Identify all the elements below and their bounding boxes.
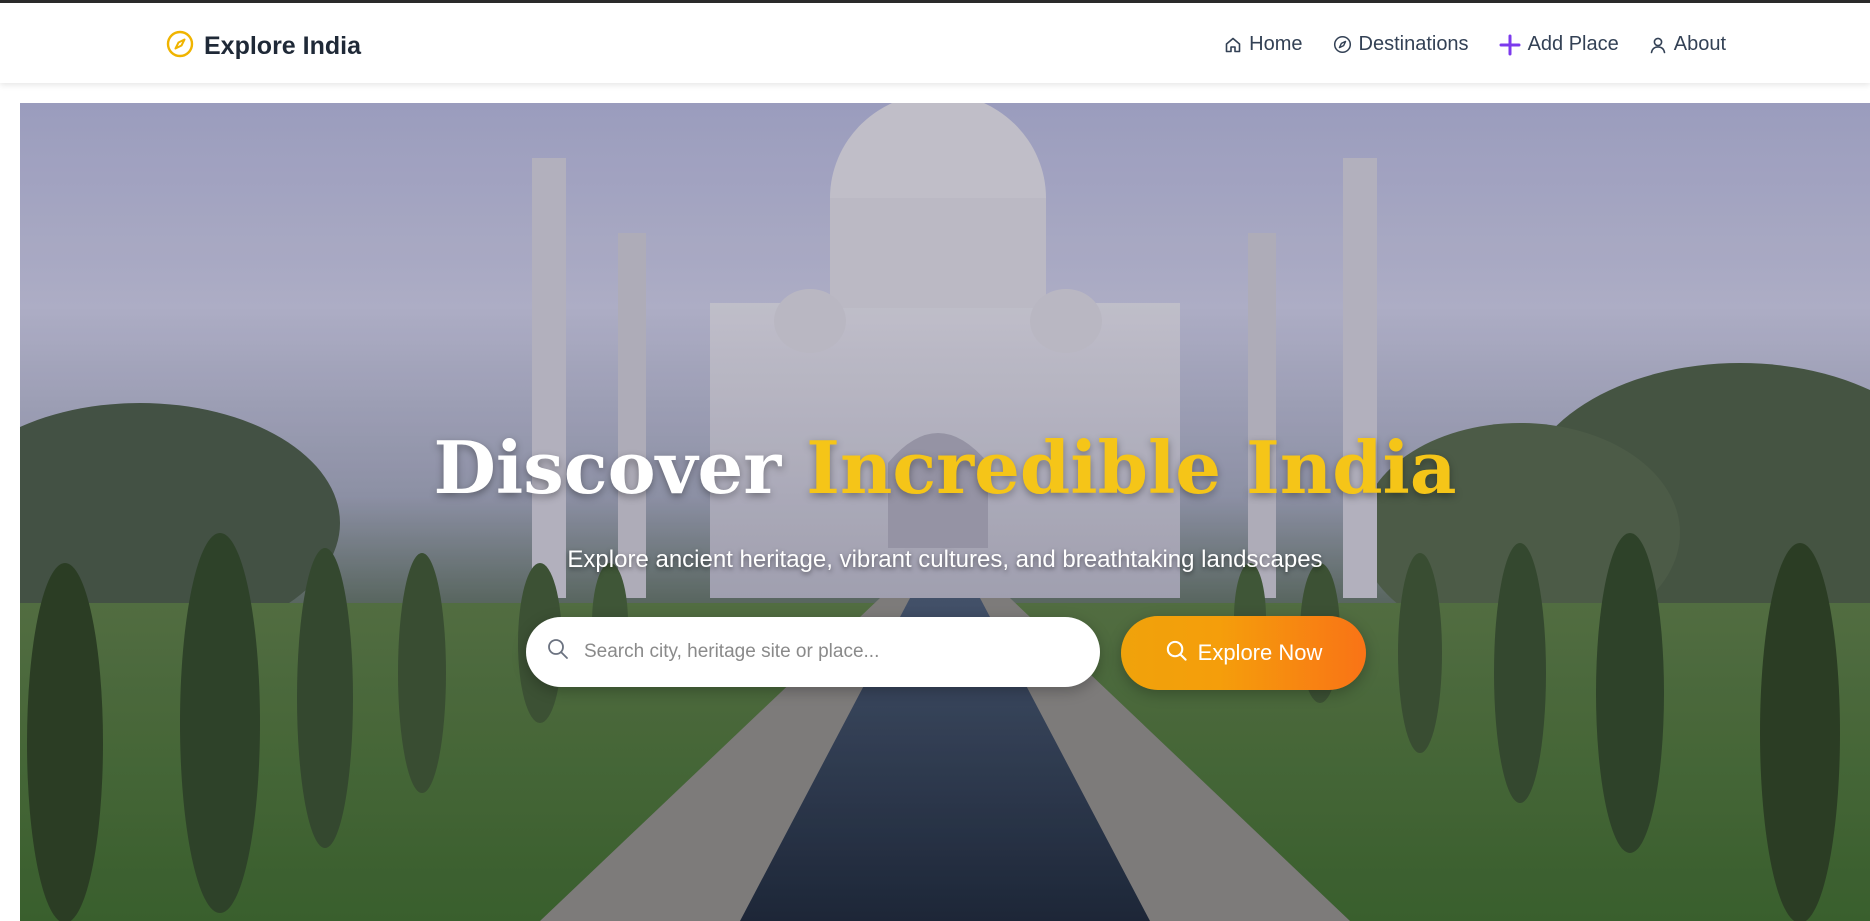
nav-about[interactable]: About bbox=[1649, 33, 1726, 56]
nav-home[interactable]: Home bbox=[1224, 33, 1303, 56]
main-nav: Home Destinations Add Place About bbox=[1224, 33, 1726, 56]
home-icon bbox=[1224, 36, 1242, 54]
compass-icon bbox=[166, 30, 194, 63]
user-icon bbox=[1649, 36, 1667, 54]
search-icon bbox=[1165, 639, 1188, 668]
explore-now-label: Explore Now bbox=[1197, 640, 1323, 665]
explore-now-button[interactable]: Explore Now bbox=[1121, 616, 1366, 690]
compass-icon bbox=[1333, 35, 1352, 54]
search-box bbox=[526, 617, 1100, 687]
hero-subtitle: Explore ancient heritage, vibrant cultur… bbox=[567, 546, 1323, 573]
nav-about-label: About bbox=[1673, 33, 1726, 55]
hero-section: Discover Incredible India Explore ancien… bbox=[20, 103, 1870, 921]
nav-home-label: Home bbox=[1249, 33, 1303, 55]
brand-name: Explore India bbox=[204, 32, 361, 60]
hero-overlay bbox=[20, 103, 1870, 921]
search-input[interactable] bbox=[584, 635, 1074, 669]
navbar: Explore India Home Destinations Add Plac… bbox=[0, 3, 1870, 83]
nav-add-place-label: Add Place bbox=[1527, 33, 1619, 55]
nav-destinations[interactable]: Destinations bbox=[1333, 33, 1469, 56]
hero-title-accent: Incredible India bbox=[806, 425, 1457, 510]
hero-title: Discover Incredible India bbox=[20, 425, 1870, 510]
plus-icon bbox=[1499, 34, 1521, 56]
brand-logo[interactable]: Explore India bbox=[166, 30, 361, 63]
nav-add-place[interactable]: Add Place bbox=[1499, 33, 1619, 56]
hero-title-main: Discover bbox=[433, 425, 782, 510]
nav-destinations-label: Destinations bbox=[1358, 33, 1469, 55]
